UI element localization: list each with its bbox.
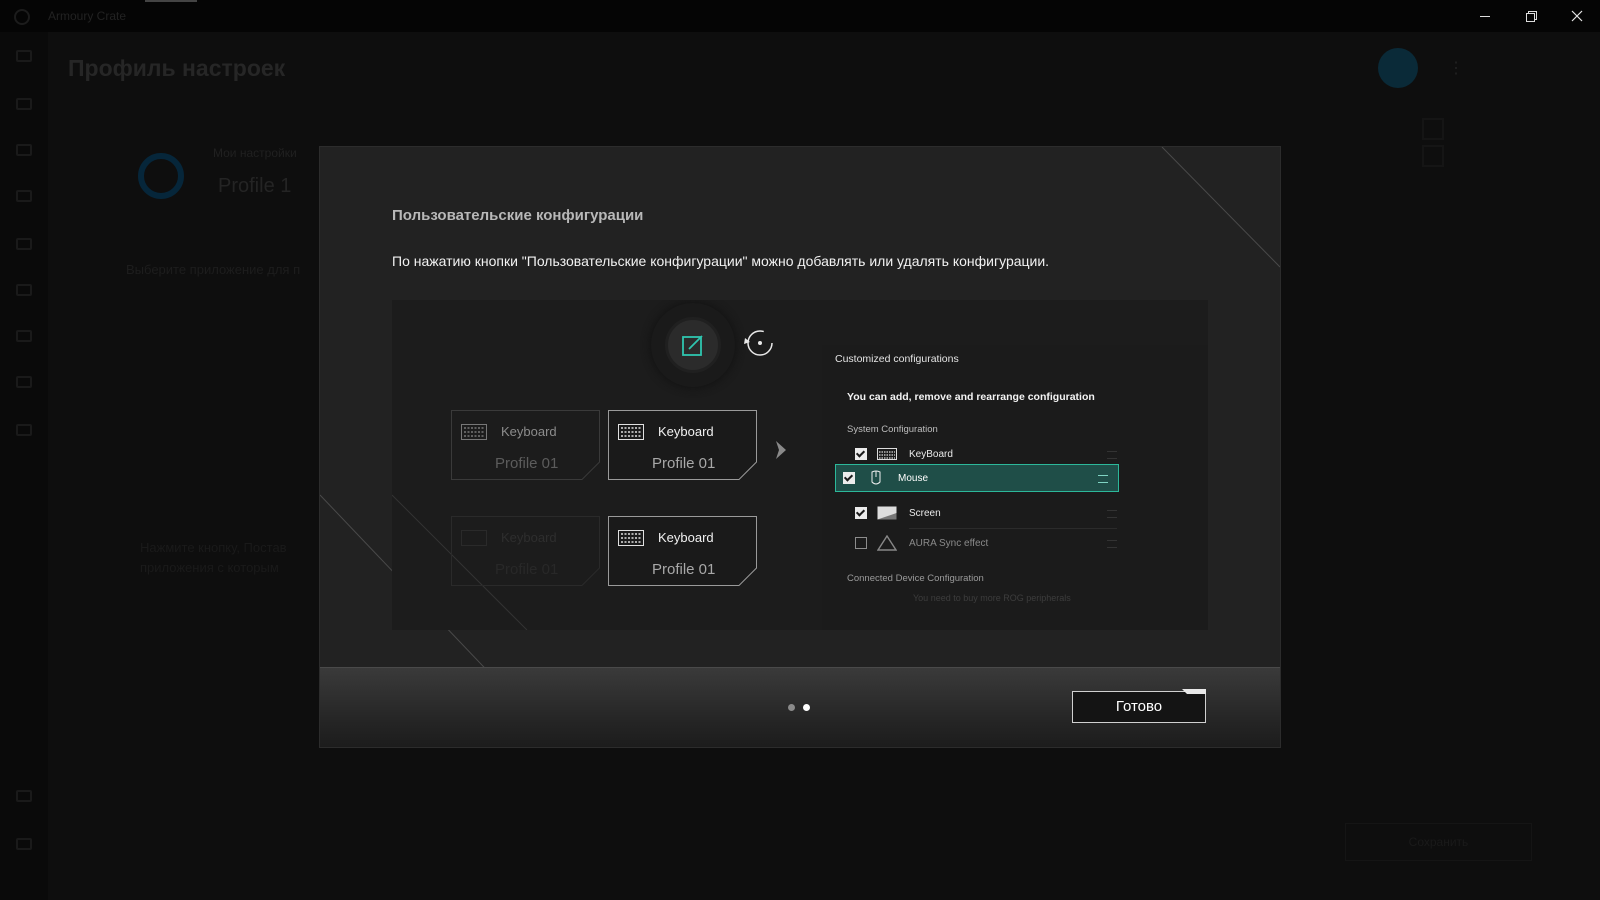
card-subtitle: Profile 01 (495, 455, 559, 472)
checkbox (843, 472, 855, 484)
close-button[interactable] (1554, 0, 1600, 32)
background-description: Нажмите кнопку, Постав приложения с кото… (140, 540, 287, 575)
devices-icon[interactable] (16, 144, 32, 156)
config-row-mouse: Mouse (835, 464, 1119, 492)
card-subtitle: Profile 01 (652, 455, 716, 472)
card-title: Keyboard (658, 530, 714, 545)
drag-handle-icon (1098, 475, 1108, 483)
keyboard-icon (461, 424, 487, 440)
system-config-heading: System Configuration (847, 424, 938, 435)
arrow-right-icon (776, 441, 786, 459)
card-title: Keyboard (658, 424, 714, 439)
title-bar: Armoury Crate (0, 0, 1600, 32)
tools-icon[interactable] (16, 330, 32, 342)
user-icon[interactable] (16, 790, 32, 802)
profile-name[interactable]: Profile 1 (218, 175, 291, 198)
scenario-profiles-icon[interactable] (16, 284, 32, 296)
save-button[interactable]: Сохранить (1345, 823, 1532, 861)
profile-card: Keyboard Profile 01 (451, 516, 601, 586)
card-subtitle: Profile 01 (495, 561, 559, 578)
more-menu-icon[interactable]: ⋮ (1448, 58, 1464, 78)
pagination-dot[interactable] (788, 704, 795, 711)
config-panel-title: Customized configurations (835, 353, 959, 365)
app-logo-icon (14, 9, 30, 25)
card-title: Keyboard (501, 530, 557, 545)
menu-icon[interactable] (16, 50, 32, 62)
drag-handle-icon (1107, 540, 1117, 548)
keyboard-icon (461, 530, 487, 546)
card-subtitle: Profile 01 (652, 561, 716, 578)
profile-card: Keyboard Profile 01 (608, 410, 758, 480)
keyboard-icon (618, 424, 644, 440)
gamevisual-icon[interactable] (16, 238, 32, 250)
tutorial-dialog: Пользовательские конфигурации По нажатию… (320, 147, 1280, 747)
settings-icon[interactable] (1422, 145, 1444, 167)
checkbox (855, 507, 867, 519)
keyboard-icon (877, 448, 897, 460)
news-icon[interactable] (16, 424, 32, 436)
edit-square-icon (682, 335, 703, 356)
drag-handle-icon (1107, 451, 1117, 459)
profile-card: Keyboard Profile 01 (451, 410, 601, 480)
edit-icon[interactable] (1422, 118, 1444, 140)
refresh-cursor-icon (744, 330, 773, 356)
checkbox (855, 448, 867, 460)
settings-icon[interactable] (16, 838, 32, 850)
avatar[interactable] (1378, 48, 1418, 88)
custom-config-button-illustration (651, 303, 735, 387)
profile-label: Мои настройки (213, 146, 297, 160)
app-title: Armoury Crate (48, 9, 127, 23)
screen-icon (877, 506, 897, 520)
config-row-label: AURA Sync effect (909, 538, 989, 549)
dialog-title: Пользовательские конфигурации (392, 207, 644, 224)
config-row-aura: AURA Sync effect (847, 532, 1117, 556)
config-panel-preview: Customized configurations You can add, r… (822, 345, 1208, 630)
restore-button[interactable] (1508, 0, 1554, 32)
button-corner-accent (1182, 689, 1206, 694)
connected-config-heading: Connected Device Configuration (847, 573, 984, 584)
background-hint: Выберите приложение для п (126, 262, 301, 277)
minimize-button[interactable] (1462, 0, 1508, 32)
config-row-label: KeyBoard (909, 449, 953, 460)
pagination-dot-active[interactable] (803, 704, 810, 711)
checkbox (855, 537, 867, 549)
aura-icon[interactable] (16, 190, 32, 202)
dialog-footer: Готово (320, 667, 1280, 747)
connected-config-note: You need to buy more ROG peripherals (913, 593, 1071, 603)
profile-card: Keyboard Profile 01 (608, 516, 758, 586)
config-row-label: Screen (909, 508, 941, 519)
sidebar (0, 32, 48, 900)
card-title: Keyboard (501, 424, 557, 439)
aura-triangle-icon (877, 535, 897, 551)
deals-icon[interactable] (16, 376, 32, 388)
mouse-icon (871, 470, 881, 485)
page-title: Профиль настроек (68, 55, 286, 81)
close-icon (1571, 10, 1583, 22)
tutorial-illustration: Keyboard Profile 01 Keyboard Profile 01 … (392, 300, 1208, 630)
dialog-description: По нажатию кнопки "Пользовательские конф… (392, 253, 1050, 269)
config-row-label: Mouse (898, 473, 929, 484)
keyboard-icon (618, 530, 644, 546)
toolbar (1422, 118, 1492, 167)
done-button[interactable]: Готово (1072, 691, 1206, 723)
loading-indicator (145, 0, 197, 2)
home-icon[interactable] (16, 98, 32, 110)
drag-handle-icon (1107, 510, 1117, 518)
config-row-screen: Screen (847, 502, 1117, 529)
config-panel-subtitle: You can add, remove and rearrange config… (847, 391, 1095, 403)
profile-icon (138, 153, 184, 199)
